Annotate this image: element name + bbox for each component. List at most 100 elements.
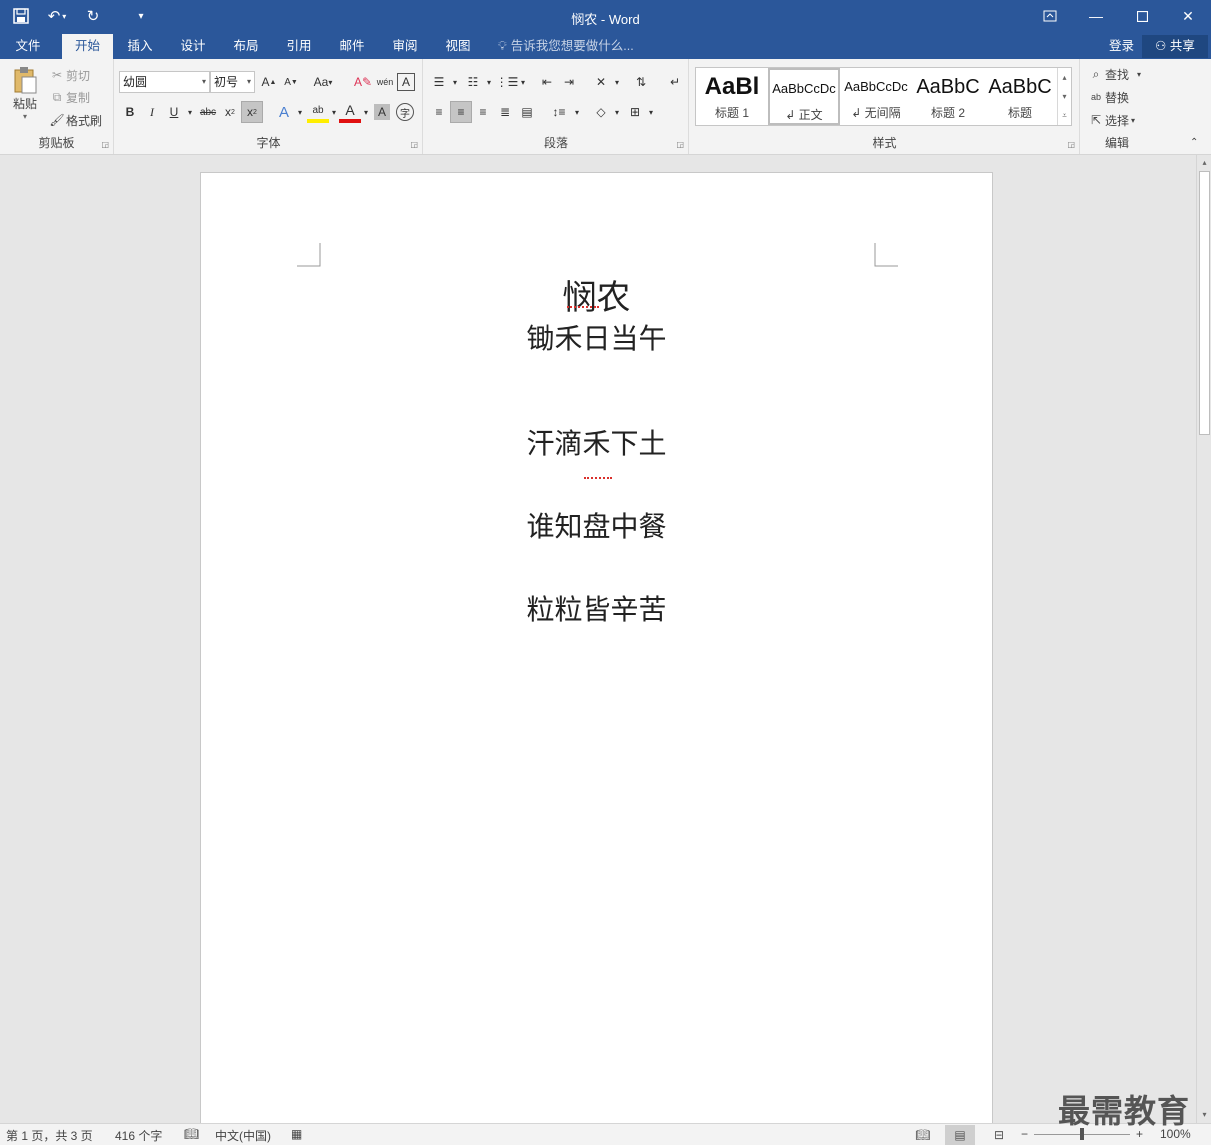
scissors-icon: ✂ [51, 68, 63, 82]
lightbulb-icon: 💡︎ [498, 39, 507, 53]
tab-file[interactable]: 文件 [0, 34, 56, 59]
style-preview: AaBbCcDc [844, 79, 908, 94]
borders-dropdown-icon[interactable]: ▾ [640, 101, 662, 123]
document-page[interactable]: 悯农 锄禾日当午 汗滴禾下土 谁知盘中餐 粒粒皆辛苦 [200, 172, 993, 1123]
style-heading1[interactable]: AaBl 标题 1 [696, 68, 768, 125]
find-label: 查找 [1105, 67, 1130, 82]
grow-font-icon[interactable]: A ▲ [258, 71, 280, 93]
poem-line-1: 锄禾日当午 [526, 322, 667, 355]
zoom-out-icon[interactable]: − [1021, 1127, 1028, 1141]
dialog-launcher-icon[interactable]: ◲ [101, 140, 109, 149]
editing-group-label: 编辑 [1104, 136, 1129, 150]
dialog-launcher-icon[interactable]: ◲ [676, 140, 684, 149]
window-controls: — ✕ [1027, 0, 1211, 32]
dialog-launcher-icon[interactable]: ◲ [1067, 140, 1075, 149]
superscript-icon[interactable]: x2 [241, 101, 263, 123]
clear-formatting-icon[interactable]: A✎ [352, 71, 374, 93]
bold-icon[interactable]: B [119, 101, 141, 123]
document-area: 悯农 锄禾日当午 汗滴禾下土 谁知盘中餐 粒粒皆辛苦 [0, 155, 1196, 1123]
poem-title: 悯农 [562, 278, 631, 318]
style-title[interactable]: AaBbC 标题 [984, 68, 1056, 125]
copy-icon: ⧉ [52, 89, 62, 104]
subscript-icon[interactable]: x2 [219, 101, 241, 123]
tab-view[interactable]: 视图 [434, 34, 482, 59]
chevron-down-icon: ▾ [201, 77, 206, 86]
editing-group: ⌕ 查找 ▾ ab 替换 ⇱ 选择 ▾ 编辑 [1081, 59, 1153, 154]
login-link[interactable]: 登录 [1109, 34, 1134, 59]
justify-icon[interactable]: ≣ [494, 101, 516, 123]
show-marks-icon[interactable]: ↵ [664, 71, 686, 93]
read-mode-icon[interactable]: 📖︎ [908, 1125, 938, 1145]
ribbon-tabs: 文件 开始 插入 设计 布局 引用 邮件 审阅 视图 💡︎ 告诉我您想要做什么..… [0, 34, 1211, 59]
font-name-combo[interactable]: 幼圆 ▾ [119, 71, 210, 93]
tab-references[interactable]: 引用 [275, 34, 323, 59]
word-count[interactable]: 416 个字 [115, 1127, 162, 1144]
collapse-ribbon-icon[interactable]: ⌃ [1190, 137, 1198, 148]
shrink-font-icon[interactable]: A ▼ [280, 71, 302, 93]
print-layout-icon[interactable]: ▤ [945, 1125, 975, 1145]
spelling-error-mark [567, 305, 599, 308]
poem-line-3: 谁知盘中餐 [526, 510, 667, 543]
style-preview: AaBbC [988, 76, 1052, 98]
style-normal[interactable]: AaBbCcDc ↲ 正文 [768, 68, 840, 125]
minimize-icon[interactable]: — [1073, 0, 1119, 32]
macro-icon[interactable]: ▦ [291, 1127, 302, 1141]
sort-icon[interactable]: ⇅ [630, 71, 652, 93]
tab-home[interactable]: 开始 [62, 34, 113, 59]
style-no-spacing[interactable]: AaBbCcDc ↲ 无间隔 [840, 68, 912, 125]
scroll-up-icon[interactable]: ▴ [1058, 68, 1071, 87]
cursor-icon: ⇱ [1090, 113, 1102, 127]
paste-button[interactable]: 粘贴 ▾ [6, 65, 44, 121]
tell-me-box[interactable]: 💡︎ 告诉我您想要做什么... [498, 34, 634, 59]
clipboard-icon [14, 67, 37, 94]
enclose-characters-icon[interactable]: 字 [396, 103, 414, 121]
tab-mailings[interactable]: 邮件 [328, 34, 376, 59]
replace-label: 替换 [1105, 90, 1130, 105]
page-count[interactable]: 第 1 页，共 3 页 [6, 1127, 93, 1144]
select-button[interactable]: ⇱ 选择 ▾ [1087, 111, 1135, 129]
ribbon-display-options-icon[interactable] [1027, 0, 1073, 32]
maximize-icon[interactable] [1119, 0, 1165, 32]
language-indicator[interactable]: 中文(中国) [215, 1127, 271, 1144]
decrease-indent-icon[interactable]: ⇤ [536, 71, 558, 93]
spelling-error-mark [584, 476, 612, 479]
replace-button[interactable]: ab 替换 [1087, 88, 1129, 106]
copy-button[interactable]: ⧉ 复制 [48, 88, 90, 106]
chinese-layout-dropdown-icon[interactable]: ▾ [606, 71, 628, 93]
close-icon[interactable]: ✕ [1165, 0, 1211, 32]
scroll-down-icon[interactable]: ▾ [1197, 1108, 1211, 1122]
font-size-combo[interactable]: 初号 ▾ [210, 71, 255, 93]
character-shading-icon[interactable]: A [374, 104, 390, 120]
distributed-icon[interactable]: ▤ [516, 101, 538, 123]
font-size-value: 初号 [214, 75, 239, 89]
find-button[interactable]: ⌕ 查找 ▾ [1087, 65, 1141, 83]
phonetic-guide-icon[interactable]: wén [374, 71, 396, 93]
multilevel-dropdown-icon[interactable]: ▾ [512, 71, 534, 93]
character-border-icon[interactable]: A [397, 73, 415, 91]
dialog-launcher-icon[interactable]: ◲ [410, 140, 418, 149]
line-spacing-dropdown-icon[interactable]: ▾ [566, 101, 588, 123]
align-right-icon[interactable]: ≡ [472, 101, 494, 123]
share-button[interactable]: ⚇ 共享 [1142, 35, 1208, 58]
scroll-up-icon[interactable]: ▴ [1197, 156, 1211, 170]
cut-button[interactable]: ✂ 剪切 [48, 66, 90, 84]
tab-layout[interactable]: 布局 [222, 34, 270, 59]
increase-indent-icon[interactable]: ⇥ [558, 71, 580, 93]
style-heading2[interactable]: AaBbC 标题 2 [912, 68, 984, 125]
italic-icon[interactable]: I [141, 101, 163, 123]
scroll-down-icon[interactable]: ▾ [1058, 87, 1071, 106]
change-case-button[interactable]: Aa ▾ [308, 71, 338, 93]
paragraph-group: ☰ ▾ ☷ ▾ ⋮☰ ▾ ⇤ ⇥ ✕ ▾ ⇅ ↵ ≡ ≡ ≡ ≣ ▤ ↕≡ ▾ … [424, 59, 689, 154]
more-icon[interactable]: ⩡ [1058, 106, 1071, 125]
align-center-icon[interactable]: ≡ [450, 101, 472, 123]
tab-insert[interactable]: 插入 [116, 34, 164, 59]
web-layout-icon[interactable]: ⊟ [984, 1125, 1014, 1145]
format-painter-button[interactable]: 🖌︎ 格式刷 [48, 111, 102, 129]
tab-review[interactable]: 审阅 [381, 34, 429, 59]
tab-design[interactable]: 设计 [169, 34, 217, 59]
vertical-scrollbar[interactable]: ▴ ▾ [1196, 155, 1211, 1123]
align-left-icon[interactable]: ≡ [428, 101, 450, 123]
proofing-icon[interactable]: 📖︎ [184, 1127, 199, 1141]
scrollbar-thumb[interactable] [1199, 171, 1210, 435]
strikethrough-icon[interactable]: abc [197, 101, 219, 123]
